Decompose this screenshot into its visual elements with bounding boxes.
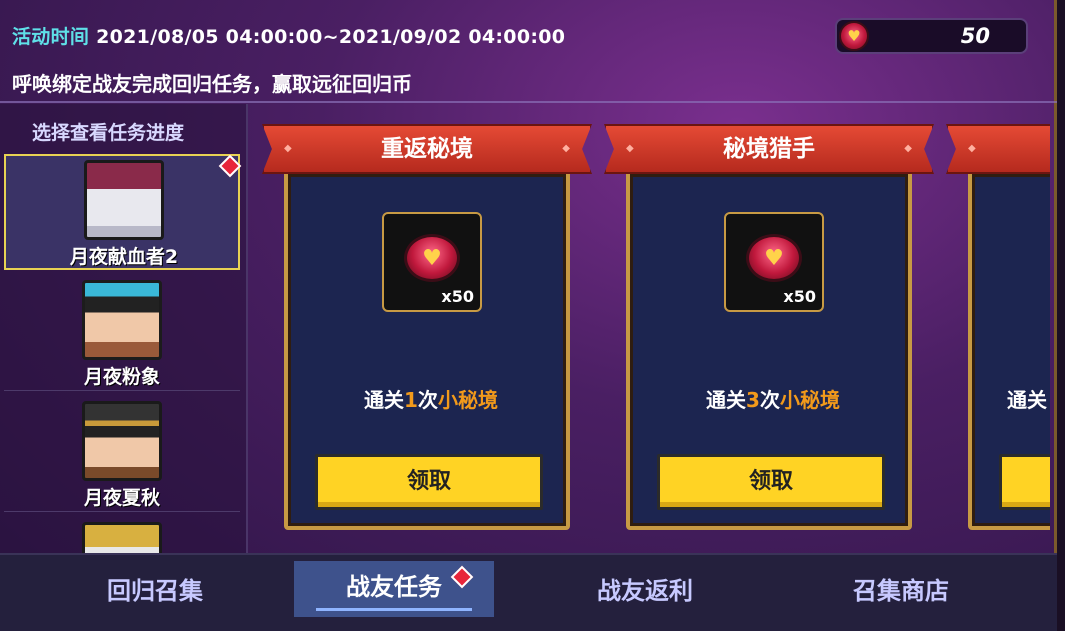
claim-button[interactable] xyxy=(999,454,1050,510)
task-card-1: ♥ x50 通关1次小秘境 领取 ◆ 重返秘境 ◆ xyxy=(250,124,592,532)
task-cards: ♥ x50 通关1次小秘境 领取 ◆ 重返秘境 ◆ ♥ x50 通关3次小秘境 … xyxy=(250,104,1050,554)
notification-badge-icon xyxy=(450,565,474,589)
task-title-ribbon: ◆ xyxy=(946,124,1050,174)
reward-slot[interactable]: ♥ x50 xyxy=(382,212,482,312)
tab-ally-tasks[interactable]: 战友任务 xyxy=(294,561,494,617)
sidebar-title: 选择查看任务进度 xyxy=(32,122,185,144)
character-item-3[interactable]: 月夜夏秋 xyxy=(4,397,240,512)
active-tab-underline xyxy=(316,608,472,611)
ribbon-left-ornament-icon: ◆ xyxy=(968,143,976,154)
task-card-3: 通关 ◆ xyxy=(934,124,1050,532)
event-time-value: 2021/08/05 04:00:00~2021/09/02 04:00:00 xyxy=(96,26,566,48)
req-count: 3 xyxy=(746,388,760,412)
reward-quantity: x50 xyxy=(783,287,816,306)
req-mid: 次 xyxy=(417,388,438,412)
claim-button[interactable]: 领取 xyxy=(657,454,885,510)
task-title: 秘境猎手 xyxy=(723,136,815,162)
task-card-body: 通关 xyxy=(968,170,1050,530)
tab-ally-rebate[interactable]: 战友返利 xyxy=(530,555,760,631)
task-card-2: ♥ x50 通关3次小秘境 领取 ◆ 秘境猎手 ◆ xyxy=(592,124,934,532)
event-subtitle: 呼唤绑定战友完成回归任务，赢取远征回归币 xyxy=(12,72,412,96)
event-time-label: 活动时间 xyxy=(12,26,90,48)
character-name: 月夜献血者2 xyxy=(69,246,179,268)
character-item-1[interactable]: 月夜献血者2 xyxy=(4,154,242,270)
ribbon-right-ornament-icon: ◆ xyxy=(562,143,570,154)
tab-label: 战友任务 xyxy=(346,573,442,601)
task-requirement: 通关1次小秘境 xyxy=(288,384,574,413)
character-portrait-icon xyxy=(82,522,162,553)
req-mid: 次 xyxy=(759,388,780,412)
tab-label: 召集商店 xyxy=(853,577,949,605)
character-sidebar: 选择查看任务进度 月夜献血者2 月夜粉象 月夜夏秋 xyxy=(0,104,248,553)
currency-amount: 50 xyxy=(960,24,990,48)
frame-edge xyxy=(1057,0,1065,631)
heart-coin-icon: ♥ xyxy=(839,21,869,51)
reward-quantity: x50 xyxy=(441,287,474,306)
task-card-body: ♥ x50 通关1次小秘境 领取 xyxy=(284,170,570,530)
heart-coin-icon: ♥ xyxy=(746,234,802,282)
req-prefix: 通关 xyxy=(706,388,747,412)
character-item-4[interactable] xyxy=(4,518,240,553)
tab-label: 回归召集 xyxy=(107,577,203,605)
header-divider xyxy=(0,101,1057,103)
req-prefix: 通关 xyxy=(1007,388,1047,412)
req-target: 小秘境 xyxy=(437,388,498,412)
heart-coin-icon: ♥ xyxy=(404,234,460,282)
character-portrait-icon xyxy=(82,280,162,360)
character-portrait-icon xyxy=(84,160,164,240)
reward-slot[interactable]: ♥ x50 xyxy=(724,212,824,312)
ribbon-left-ornament-icon: ◆ xyxy=(284,143,292,154)
character-name: 月夜粉象 xyxy=(83,366,160,388)
character-list: 月夜献血者2 月夜粉象 月夜夏秋 xyxy=(0,154,246,553)
ribbon-right-ornament-icon: ◆ xyxy=(904,143,912,154)
ribbon-left-ornament-icon: ◆ xyxy=(626,143,634,154)
character-name: 月夜夏秋 xyxy=(83,487,160,509)
req-target: 小秘境 xyxy=(779,388,840,412)
tab-return-summon[interactable]: 回归召集 xyxy=(40,555,270,631)
task-title: 重返秘境 xyxy=(381,136,473,162)
task-requirement: 通关 xyxy=(884,384,1050,413)
req-count: 1 xyxy=(404,388,418,412)
task-card-body: ♥ x50 通关3次小秘境 领取 xyxy=(626,170,912,530)
tab-label: 战友返利 xyxy=(597,577,693,605)
bottom-tab-bar: 回归召集 战友任务 战友返利 召集商店 xyxy=(0,553,1057,631)
event-time: 活动时间 2021/08/05 04:00:00~2021/09/02 04:0… xyxy=(12,22,565,49)
notification-badge-icon xyxy=(218,154,242,178)
tab-summon-shop[interactable]: 召集商店 xyxy=(786,555,1016,631)
req-prefix: 通关 xyxy=(364,388,405,412)
character-portrait-icon xyxy=(82,401,162,481)
claim-button[interactable]: 领取 xyxy=(315,454,543,510)
task-requirement: 通关3次小秘境 xyxy=(630,384,916,413)
task-title-ribbon: ◆ 秘境猎手 ◆ xyxy=(604,124,934,174)
character-item-2[interactable]: 月夜粉象 xyxy=(4,276,240,391)
task-title-ribbon: ◆ 重返秘境 ◆ xyxy=(262,124,592,174)
currency-display: ♥ 50 xyxy=(835,18,1028,54)
